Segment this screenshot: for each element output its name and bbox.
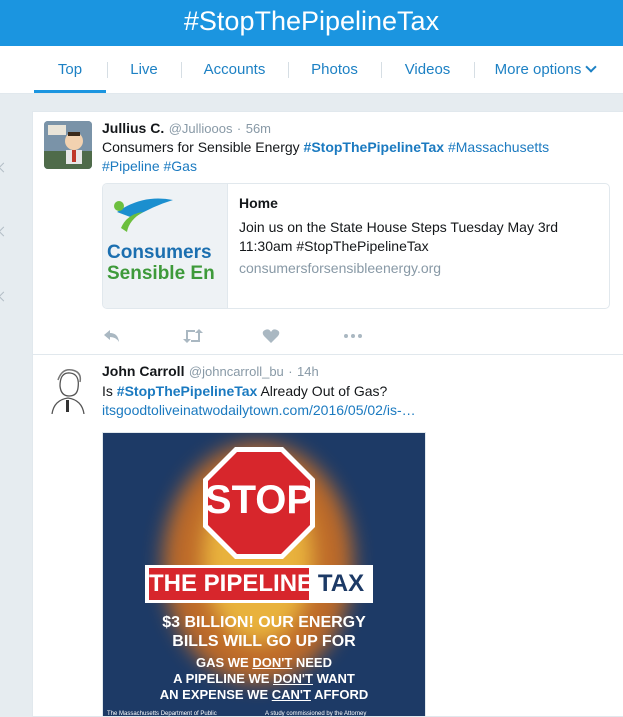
tab-label: Live (130, 61, 158, 78)
user-name[interactable]: Jullius C. (102, 120, 164, 136)
banner: THE PIPELINE TAX (145, 565, 373, 603)
poster-text: NEED (292, 655, 332, 670)
tab-label: Photos (311, 61, 358, 78)
poster-body: GAS WE DON'T NEED A PIPELINE WE DON'T WA… (103, 655, 425, 703)
poster-line: $3 BILLION! OUR ENERGY (162, 614, 366, 631)
user-handle[interactable]: @Julliooos (169, 121, 233, 136)
tab-more-options[interactable]: More options (475, 46, 615, 93)
stop-text: STOP (204, 478, 314, 522)
poster-text: GAS WE (196, 655, 253, 670)
poster-text: A PIPELINE WE (173, 671, 274, 686)
tweet[interactable]: Jullius C. @Julliooos · 56m Consumers fo… (33, 112, 623, 355)
poster-headline: $3 BILLION! OUR ENERGY BILLS WILL GO UP … (103, 613, 425, 651)
timestamp[interactable]: 14h (297, 364, 319, 379)
poster-line: GAS WE DON'T NEED (103, 655, 425, 671)
avatar[interactable] (44, 366, 92, 414)
poster-line: A PIPELINE WE DON'T WANT (103, 671, 425, 687)
tab-label: Accounts (203, 61, 266, 78)
tab-label: Top (57, 61, 83, 78)
card-description: Join us on the State House Steps Tuesday… (239, 219, 559, 254)
like-icon[interactable] (262, 327, 280, 345)
separator: · (236, 121, 242, 136)
poster-text: AN EXPENSE WE (159, 687, 272, 702)
tab-bar: Top Live Accounts Photos Videos More opt… (0, 46, 623, 94)
tab-label: Videos (404, 61, 451, 78)
poster-text: WANT (312, 671, 355, 686)
tab-top[interactable]: Top (34, 46, 106, 93)
tweet[interactable]: John Carroll @johncarroll_bu · 14h Is #S… (33, 355, 623, 717)
chevron-left-icon[interactable] (0, 226, 9, 237)
tab-live[interactable]: Live (108, 46, 180, 93)
hashtag-link[interactable]: #Gas (164, 158, 197, 174)
poster-footnote: The Massachusetts Department of Public (107, 711, 217, 717)
url-link[interactable]: itsgoodtoliveinatwodailytown.com/2016/05… (102, 402, 416, 418)
poster-text: DON'T (252, 655, 293, 670)
card-image-text: Consumers (107, 242, 212, 263)
card-title: Home (239, 195, 278, 211)
more-icon[interactable] (342, 327, 364, 345)
timestamp[interactable]: 56m (246, 121, 271, 136)
timeline: Jullius C. @Julliooos · 56m Consumers fo… (32, 111, 623, 717)
avatar[interactable] (44, 121, 92, 169)
reply-icon[interactable] (102, 327, 122, 345)
poster-line: AN EXPENSE WE CAN'T AFFORD (103, 687, 425, 703)
card-domain: consumersforsensibleenergy.org (239, 260, 442, 276)
tab-accounts[interactable]: Accounts (182, 46, 287, 93)
chevron-down-icon (585, 61, 598, 73)
tweet-image[interactable]: STOP THE PIPELINE TAX $3 BILLION! OUR EN… (102, 432, 426, 717)
separator: · (288, 364, 293, 379)
tweet-text: Is #StopThePipelineTax Already Out of Ga… (102, 382, 572, 420)
chevron-left-icon[interactable] (0, 162, 9, 173)
tweet-text-plain: Already Out of Gas? (257, 383, 388, 399)
poster-text: AFFORD (310, 687, 369, 702)
user-handle[interactable]: @johncarroll_bu (189, 364, 284, 379)
tab-photos[interactable]: Photos (289, 46, 380, 93)
tweet-actions (102, 327, 402, 347)
hashtag-link[interactable]: #Massachusetts (448, 139, 549, 155)
user-name[interactable]: John Carroll (102, 363, 184, 379)
hashtag-link[interactable]: #StopThePipelineTax (304, 139, 445, 155)
tweet-header: John Carroll @johncarroll_bu · 14h (102, 363, 319, 381)
chevron-left-icon[interactable] (0, 291, 9, 302)
poster-text: CAN'T (271, 687, 311, 702)
tweet-header: Jullius C. @Julliooos · 56m (102, 120, 271, 138)
banner-right: TAX (317, 570, 365, 597)
avatar-image (44, 366, 92, 414)
tab-videos[interactable]: Videos (382, 46, 473, 93)
search-header: #StopThePipelineTax (0, 0, 623, 46)
card-image-text: Sensible En (107, 263, 215, 284)
tweet-text-plain: Is (102, 383, 117, 399)
avatar-image (44, 121, 92, 169)
page-title: #StopThePipelineTax (183, 6, 440, 36)
banner-left: THE PIPELINE (149, 568, 313, 600)
retweet-icon[interactable] (182, 327, 204, 345)
hashtag-link[interactable]: #StopThePipelineTax (117, 383, 258, 399)
hashtag-link[interactable]: #Pipeline (102, 158, 160, 174)
poster-line: BILLS WILL GO UP FOR (172, 633, 356, 650)
tweet-text: Consumers for Sensible Energy #StopThePi… (102, 138, 572, 176)
tweet-text-plain: Consumers for Sensible Energy (102, 139, 304, 155)
link-card[interactable]: Consumers Sensible En Home Join us on th… (102, 183, 610, 309)
card-image: Consumers Sensible En (103, 184, 228, 308)
poster-text: DON'T (273, 671, 313, 686)
tab-label: More options (494, 61, 582, 78)
poster-footnote: A study commissioned by the Attorney (265, 711, 367, 717)
